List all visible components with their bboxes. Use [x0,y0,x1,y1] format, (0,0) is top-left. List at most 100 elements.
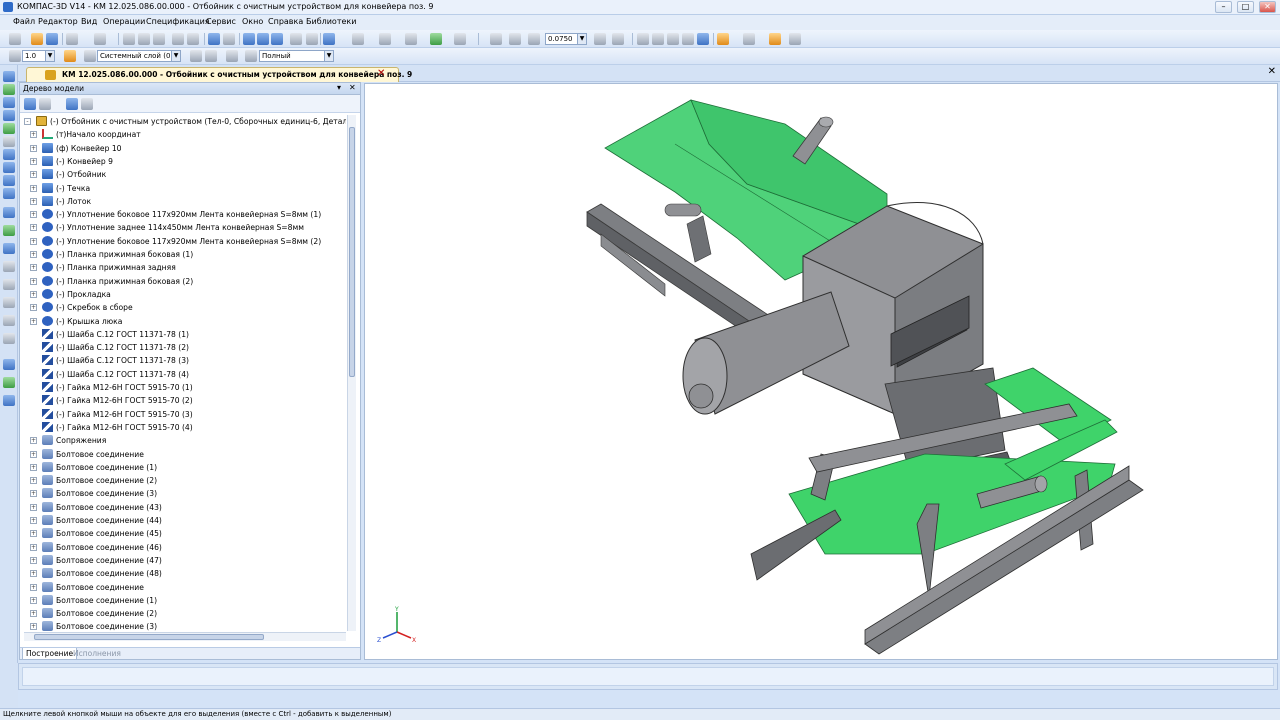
cut-icon[interactable] [123,33,135,45]
tree-hscroll-thumb[interactable] [34,634,264,640]
expand-icon[interactable]: + [30,211,37,219]
display-mode-field[interactable]: Полный ▼ [259,50,334,62]
tree-row[interactable]: (-) Шайба С.12 ГОСТ 11371-78 (4) [24,368,346,381]
format-icon[interactable] [187,33,199,45]
expand-icon[interactable]: + [30,131,37,139]
strip-close-icon[interactable]: ✕ [1268,66,1276,77]
tree-row[interactable]: + Болтовое соединение [24,448,346,461]
expand-icon[interactable]: + [30,450,37,458]
pin-icon[interactable]: ▾ [337,83,341,92]
expand-icon[interactable]: + [30,623,37,631]
tree-filter-icon[interactable] [81,98,93,110]
tree-row[interactable]: + (-) Конвейер 9 [24,155,346,168]
expand-icon[interactable]: + [30,530,37,538]
tree-row[interactable]: + Болтовое соединение (46) [24,541,346,554]
library-manager-icon[interactable] [306,33,318,45]
chevron-down-icon[interactable]: ▼ [577,34,586,44]
tree-row[interactable]: (-) Гайка М12-6Н ГОСТ 5915-70 (1) [24,381,346,394]
tree-structure-icon[interactable] [39,98,51,110]
filter-icon[interactable] [352,33,364,45]
check-icon[interactable] [3,377,15,388]
tree-row[interactable]: + Болтовое соединение (3) [24,620,346,631]
tree-row[interactable]: (-) Шайба С.12 ГОСТ 11371-78 (2) [24,341,346,354]
menu-libraries[interactable]: Библиотеки [306,17,356,26]
tree-row[interactable]: + (-) Скребок в сборе [24,301,346,314]
wireframe-icon[interactable] [637,33,649,45]
tree-row[interactable]: + (-) Уплотнение заднее 114x450мм Лента к… [24,221,346,234]
step-field[interactable]: 1.0 ▼ [22,50,55,62]
expand-icon[interactable]: + [30,596,37,604]
tree-row[interactable]: + (-) Уплотнение боковое 117x920мм Лента … [24,235,346,248]
tree-row[interactable]: + Болтовое соединение (48) [24,567,346,580]
tree-row[interactable]: + Болтовое соединение (2) [24,474,346,487]
edit-tools-icon[interactable] [3,71,15,82]
pipelines-icon[interactable] [3,225,15,236]
expand-icon[interactable]: + [30,503,37,511]
tree-row[interactable]: (-) Шайба С.12 ГОСТ 11371-78 (3) [24,354,346,367]
chevron-down-icon[interactable]: ▼ [45,51,54,61]
tree-row[interactable]: + (т)Начало координат [24,128,346,141]
tree-horizontal-scrollbar[interactable] [24,632,346,641]
layer-field[interactable]: Системный слой (0) ▼ [97,50,181,62]
maximize-button[interactable]: □ [1237,1,1254,13]
print-icon[interactable] [66,33,78,45]
minimize-button[interactable]: – [1215,1,1232,13]
diagnostics-icon[interactable] [3,136,15,147]
expand-icon[interactable]: + [30,517,37,524]
menu-specification[interactable]: Спецификация [146,17,210,26]
tab-build[interactable]: Построение [22,648,78,660]
open-icon[interactable] [31,33,43,45]
assembly-3d-model[interactable] [365,84,1277,659]
grid-icon[interactable] [405,33,417,45]
expand-icon[interactable]: + [30,610,37,618]
tree-document-icon[interactable] [66,98,78,110]
section-icon[interactable] [743,33,755,45]
view-tools-icon[interactable] [3,333,15,344]
zoom-all-icon[interactable] [509,33,521,45]
expand-icon[interactable]: + [30,251,37,258]
expand-icon[interactable]: + [30,570,37,578]
copy-icon[interactable] [138,33,150,45]
tree-row[interactable]: (-) Гайка М12-6Н ГОСТ 5915-70 (3) [24,408,346,421]
expand-icon[interactable]: + [30,224,37,232]
selection-icon[interactable] [3,175,15,186]
library-icon[interactable] [3,395,15,406]
expand-icon[interactable]: + [30,490,37,498]
save-icon[interactable] [46,33,58,45]
plane-icon[interactable] [190,50,202,62]
arrays-icon[interactable] [3,110,15,121]
part-library-icon[interactable] [769,33,781,45]
tree-vscroll-thumb[interactable] [349,127,355,377]
expand-icon[interactable]: + [30,437,37,445]
tree-row[interactable]: + (-) Планка прижимная задняя [24,261,346,274]
tree-row[interactable]: + (ф) Конвейер 10 [24,142,346,155]
tree-row[interactable]: + Болтовое соединение (43) [24,501,346,514]
sheet-metal-icon[interactable] [3,207,15,218]
mates-tools-icon[interactable] [3,149,15,160]
tab-versions[interactable]: Исполнения [70,648,124,660]
thin-hidden-lines-icon[interactable] [667,33,679,45]
tree-row[interactable]: + Сопряжения [24,434,346,447]
reference-icon[interactable] [454,33,466,45]
tools-icon[interactable] [3,315,15,326]
menu-editor[interactable]: Редактор [38,17,78,26]
expand-icon[interactable]: + [30,583,37,591]
expand-icon[interactable]: + [30,197,37,205]
close-panel-icon[interactable]: ✕ [349,83,356,92]
tree-row[interactable]: + Болтовое соединение (2) [24,607,346,620]
measure-icon[interactable] [323,33,335,45]
fx-icon[interactable] [271,33,283,45]
expand-icon[interactable]: + [30,144,37,152]
close-tab-icon[interactable]: ✕ [377,68,385,79]
expand-icon[interactable]: + [30,290,37,298]
tree-vertical-scrollbar[interactable] [347,115,356,631]
zoom-scale-field[interactable]: 0.0750 ▼ [545,33,587,45]
spatial-curves-icon[interactable] [3,84,15,95]
zoom-scale-icon[interactable] [528,33,540,45]
close-window-button[interactable]: ✕ [1259,1,1276,13]
expand-icon[interactable]: + [30,463,37,471]
rotate-icon[interactable] [594,33,606,45]
local-cs-icon[interactable] [430,33,442,45]
sketch-icon[interactable] [205,50,217,62]
expand-icon[interactable]: + [30,277,37,285]
